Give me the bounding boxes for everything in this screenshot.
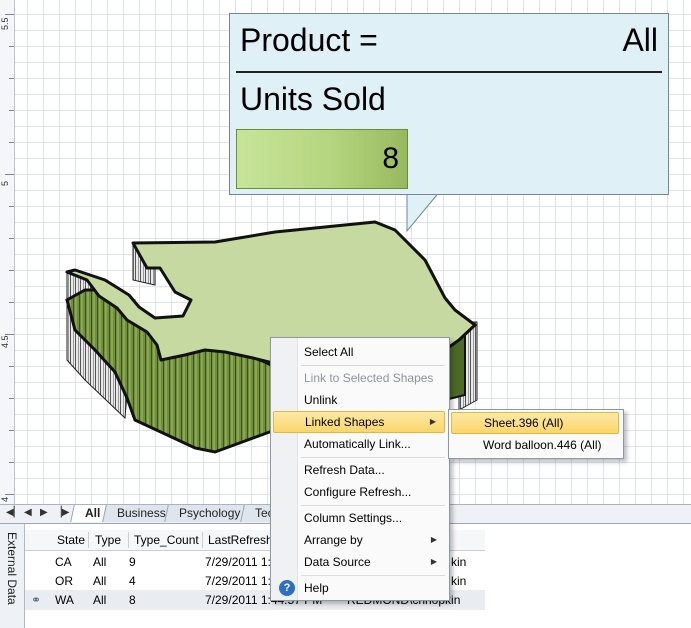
cell-last-refresh: 7/29/2011 1: bbox=[205, 574, 271, 588]
ruler-tick bbox=[9, 110, 14, 111]
column-separator[interactable] bbox=[88, 532, 89, 548]
menu-item-column-settings[interactable]: Column Settings... bbox=[273, 507, 445, 529]
column-separator[interactable] bbox=[128, 532, 129, 548]
menu-separator bbox=[301, 575, 445, 576]
ruler-label: 5 bbox=[0, 180, 10, 186]
menu-separator bbox=[301, 457, 445, 458]
units-sold-data-bar: 8 bbox=[236, 129, 408, 189]
column-header-type[interactable]: Type bbox=[95, 530, 121, 550]
submenu-arrow-icon: ▶ bbox=[430, 535, 437, 544]
ruler-tick bbox=[5, 174, 14, 175]
menu-separator bbox=[301, 365, 445, 366]
submenu-item-sheet-396[interactable]: Sheet.396 (All) bbox=[451, 412, 619, 434]
previous-page-icon[interactable]: ◀ bbox=[24, 507, 32, 518]
ruler-tick bbox=[5, 494, 14, 495]
cell-last-refresh: 7/29/2011 1: bbox=[205, 555, 271, 569]
cell-state: OR bbox=[55, 574, 73, 588]
cell-type-count: 8 bbox=[129, 593, 136, 607]
ruler-label: 5.5 bbox=[0, 17, 10, 30]
cell-type: All bbox=[93, 555, 107, 569]
cell-type-count: 9 bbox=[129, 555, 136, 569]
menu-item-help[interactable]: ? Help bbox=[273, 577, 445, 599]
ruler-tick bbox=[9, 270, 14, 271]
menu-item-configure-refresh[interactable]: Configure Refresh... bbox=[273, 481, 445, 503]
submenu-arrow-icon: ▶ bbox=[429, 417, 436, 426]
cell-type-count: 4 bbox=[129, 574, 136, 588]
ruler-tick bbox=[9, 430, 14, 431]
ruler-label: 4 bbox=[0, 496, 10, 502]
last-page-icon[interactable]: ▕▶ bbox=[54, 507, 69, 518]
cell-extra: kin bbox=[451, 555, 467, 569]
menu-item-linked-shapes[interactable]: Linked Shapes ▶ bbox=[273, 411, 445, 433]
menu-item-link-to-selected-shapes: Link to Selected Shapes bbox=[304, 371, 434, 385]
ruler-tick bbox=[9, 142, 14, 143]
first-page-icon[interactable]: ◀▏ bbox=[6, 507, 21, 518]
column-header-type-count[interactable]: Type_Count bbox=[134, 530, 199, 550]
context-menu: Select All Link to Selected Shapes Unlin… bbox=[270, 337, 450, 601]
cell-state: WA bbox=[55, 593, 74, 607]
units-sold-label: Units Sold bbox=[240, 81, 386, 117]
cell-state: CA bbox=[55, 555, 72, 569]
ruler-label: 4.5 bbox=[0, 335, 10, 348]
submenu-arrow-icon: ▶ bbox=[430, 557, 437, 566]
cell-extra: kin bbox=[451, 574, 467, 588]
menu-item-arrange-by[interactable]: Arrange by ▶ bbox=[273, 529, 445, 551]
product-value: All bbox=[622, 22, 658, 58]
menu-item-select-all[interactable]: Select All bbox=[273, 341, 445, 363]
cell-type: All bbox=[93, 593, 107, 607]
menu-item-automatically-link[interactable]: Automatically Link... bbox=[273, 433, 445, 455]
menu-item-unlink[interactable]: Unlink bbox=[273, 389, 445, 411]
link-icon: ⚭ bbox=[31, 593, 42, 607]
submenu-item-word-balloon-446[interactable]: Word balloon.446 (All) bbox=[451, 434, 619, 456]
menu-separator bbox=[301, 505, 445, 506]
ruler-tick bbox=[9, 302, 14, 303]
ruler-tick bbox=[9, 46, 14, 47]
external-data-title-bar: External Data bbox=[0, 524, 25, 628]
external-data-title: External Data bbox=[5, 532, 19, 605]
word-balloon-callout[interactable]: Product = All Units Sold 8 bbox=[229, 13, 669, 195]
column-header-last-refresh[interactable]: LastRefresh bbox=[208, 530, 270, 550]
ruler-tick bbox=[9, 462, 14, 463]
cell-type: All bbox=[93, 574, 107, 588]
ruler-tick bbox=[9, 78, 14, 79]
ruler-tick bbox=[9, 238, 14, 239]
product-label: Product = bbox=[240, 22, 378, 58]
help-icon: ? bbox=[279, 580, 295, 596]
column-header-state[interactable]: State bbox=[57, 530, 85, 550]
vertical-ruler: 5.5 5 4.5 4 bbox=[0, 0, 15, 504]
column-separator[interactable] bbox=[202, 532, 203, 548]
menu-item-data-source[interactable]: Data Source ▶ bbox=[273, 551, 445, 573]
ruler-tick bbox=[9, 206, 14, 207]
ruler-tick bbox=[5, 14, 14, 15]
ruler-tick bbox=[9, 398, 14, 399]
next-page-icon[interactable]: ▶ bbox=[40, 507, 48, 518]
units-sold-value: 8 bbox=[382, 142, 399, 175]
linked-shapes-submenu: Sheet.396 (All) Word balloon.446 (All) bbox=[448, 409, 624, 459]
menu-item-refresh-data[interactable]: Refresh Data... bbox=[273, 459, 445, 481]
balloon-divider bbox=[236, 71, 662, 73]
ruler-tick bbox=[9, 366, 14, 367]
